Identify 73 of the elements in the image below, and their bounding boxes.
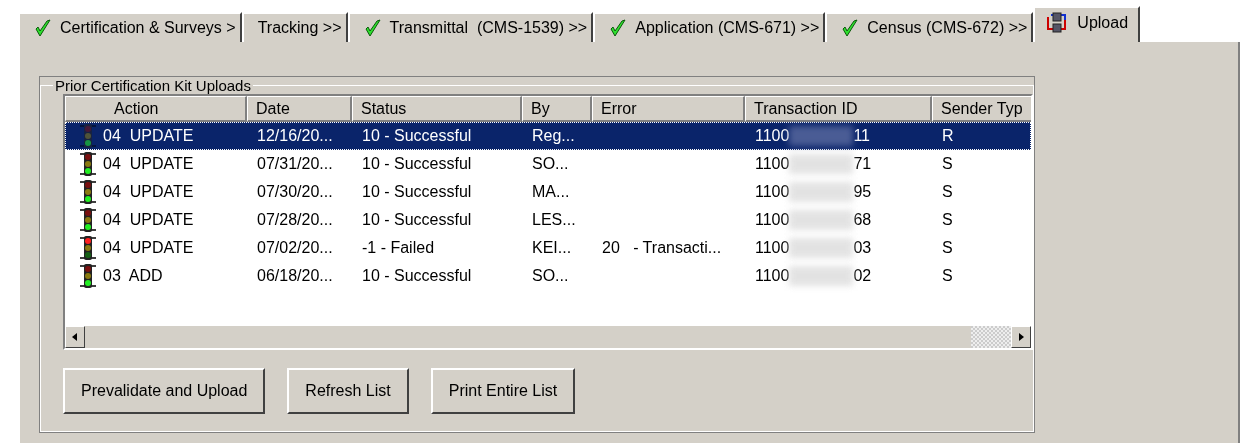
table-cell: S	[942, 267, 953, 285]
table-cell: 20 - Transacti...	[602, 239, 722, 257]
table-cell: 04 UPDATE	[103, 211, 194, 229]
table-cell: 10 - Successful	[362, 183, 472, 201]
table-cell: SO...	[532, 155, 569, 173]
table-cell: 07/28/20...	[257, 211, 333, 229]
table-cell: 12/16/20...	[257, 127, 333, 145]
table-cell: 06/18/20...	[257, 267, 333, 285]
table-cell: 1100	[755, 127, 790, 145]
table-cell: 10 - Successful	[362, 127, 472, 145]
table-row[interactable]: 04 UPDATE 07/28/20... 10 - Successful LES... 1100 68 S	[65, 206, 1031, 234]
table-cell: S	[942, 211, 953, 229]
table-cell: S	[942, 183, 953, 201]
tab[interactable]: Census (CMS-672) >>	[825, 12, 1034, 42]
tab[interactable]: Tracking >>	[241, 12, 348, 42]
scroll-left-icon[interactable]	[65, 326, 85, 348]
table-cell: 07/31/20...	[257, 155, 333, 173]
table-cell: 68	[853, 211, 872, 229]
tab[interactable]: Transmittal (CMS-1539) >>	[347, 12, 594, 42]
table-cell: 1100	[755, 267, 790, 285]
tab[interactable]: Application (CMS-671) >>	[593, 12, 826, 42]
table-cell: 07/02/20...	[257, 239, 333, 257]
table-cell: 03 ADD	[103, 267, 163, 285]
table-cell: S	[942, 155, 953, 173]
scroll-thumb[interactable]	[971, 326, 1011, 348]
table-cell: 71	[853, 155, 872, 173]
checkmark-icon	[609, 18, 628, 38]
table-cell: S	[942, 239, 953, 257]
horizontal-scrollbar[interactable]	[65, 326, 1031, 348]
table-cell: 10 - Successful	[362, 211, 472, 229]
table-cell: 1100	[755, 155, 790, 173]
table-cell: 1100	[755, 211, 790, 229]
redaction-blur	[789, 266, 854, 286]
tab[interactable]: Certification & Surveys >	[18, 12, 242, 42]
table-row[interactable]: 04 UPDATE 12/16/20... 10 - Successful Reg... 1100 11 R	[65, 122, 1031, 150]
table-cell: 11	[853, 127, 870, 145]
table-cell: 07/30/20...	[257, 183, 333, 201]
redaction-blur	[789, 126, 854, 146]
table-cell: 03	[853, 239, 872, 257]
redaction-blur	[789, 182, 854, 202]
action-button[interactable]: Refresh List	[287, 368, 409, 414]
table-cell: Reg...	[532, 127, 575, 145]
table-cell: 1100	[755, 183, 790, 201]
table-cell: LES...	[532, 211, 576, 229]
table-row[interactable]: 03 ADD 06/18/20... 10 - Successful SO... 1100 02 S	[65, 262, 1031, 290]
checkmark-icon	[34, 18, 52, 38]
table-cell: 1100	[755, 239, 790, 257]
table-cell: 04 UPDATE	[103, 127, 194, 145]
table-cell: 02	[853, 267, 872, 285]
redaction-blur	[789, 238, 854, 258]
table-cell: MA...	[532, 183, 570, 201]
table-cell: 04 UPDATE	[103, 183, 194, 201]
table-cell: -1 - Failed	[362, 239, 435, 257]
redaction-blur	[789, 154, 854, 174]
table-cell: 10 - Successful	[362, 155, 472, 173]
table-cell: 04 UPDATE	[103, 239, 194, 257]
table-cell: 10 - Successful	[362, 267, 472, 285]
table-cell: SO...	[532, 267, 569, 285]
action-button[interactable]: Print Entire List	[430, 368, 576, 414]
table-row[interactable]: 04 UPDATE 07/31/20... 10 - Successful SO... 1100 71 S	[65, 150, 1031, 178]
table-cell: KEI...	[532, 239, 572, 257]
table-row[interactable]: 04 UPDATE 07/02/20... -1 - Failed KEI... 20 - Transacti... 1100 03 S	[65, 234, 1031, 262]
table-cell: R	[942, 127, 954, 145]
table-cell: 04 UPDATE	[103, 155, 194, 173]
tab[interactable]: Upload	[1033, 6, 1141, 42]
redaction-blur	[789, 210, 854, 230]
checkmark-icon	[363, 18, 382, 38]
action-button[interactable]: Prevalidate and Upload	[63, 368, 266, 414]
group-title: Prior Certification Kit Uploads	[54, 77, 252, 94]
scroll-right-icon[interactable]	[1011, 326, 1031, 348]
table-cell: 95	[853, 183, 872, 201]
table-row[interactable]: 04 UPDATE 07/30/20... 10 - Successful MA... 1100 95 S	[65, 178, 1031, 206]
checkmark-icon	[841, 18, 860, 38]
